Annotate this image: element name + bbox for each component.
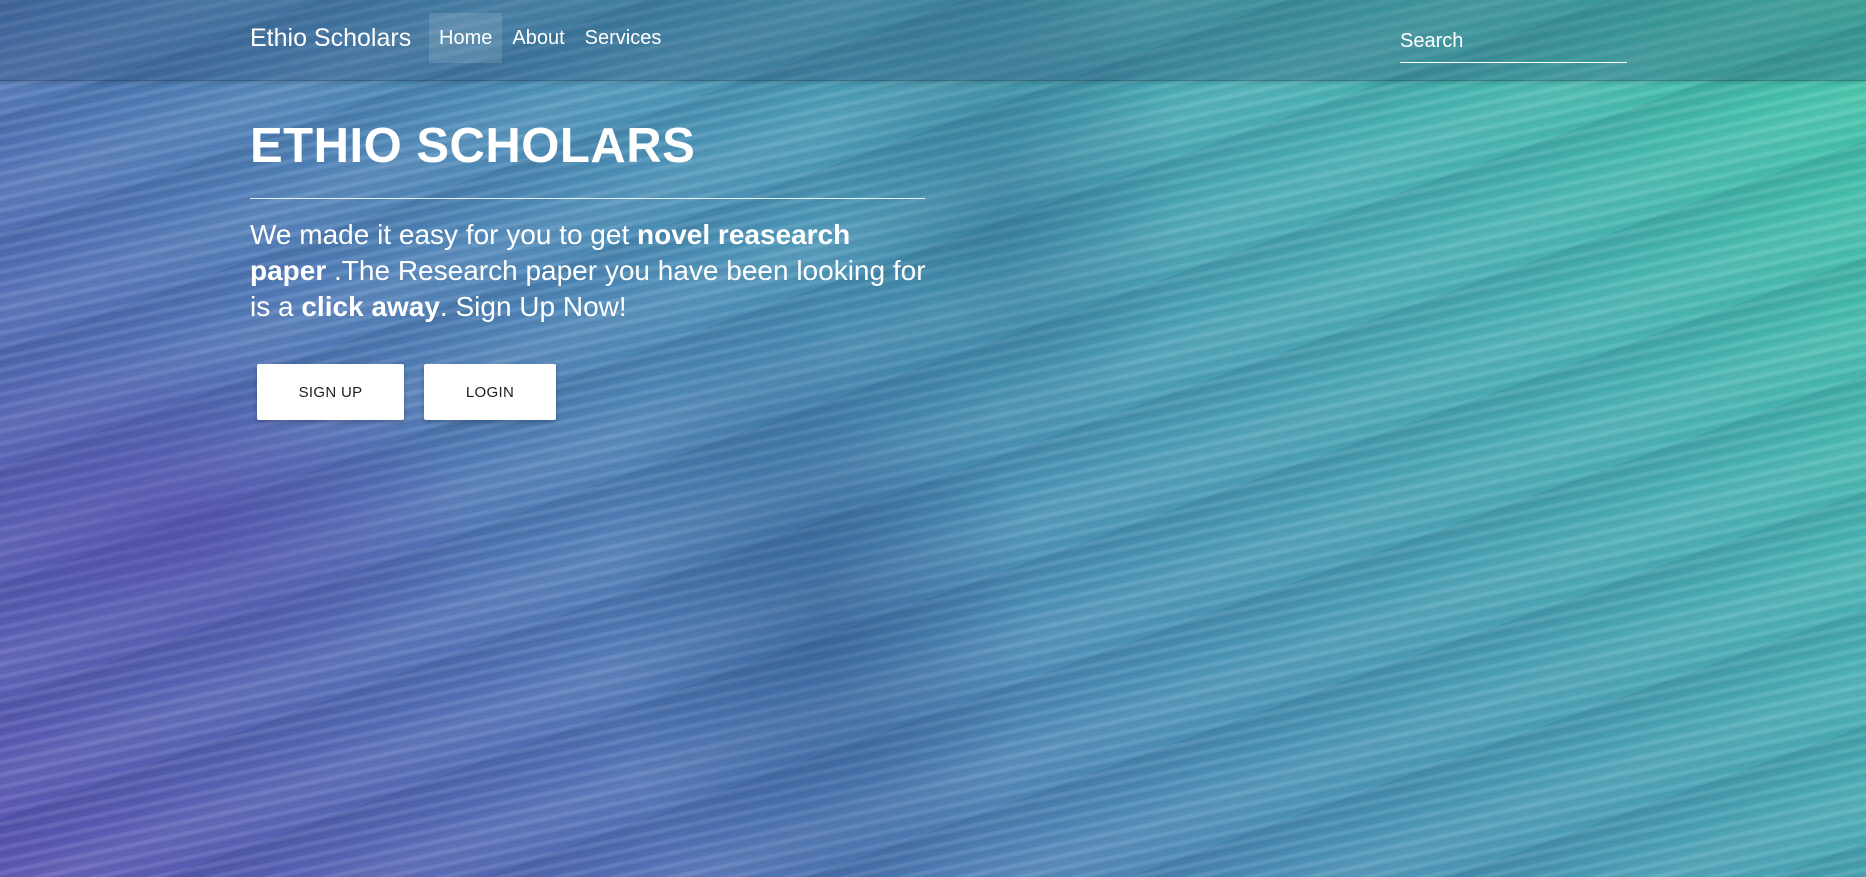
search-input[interactable] [1400,22,1627,60]
hero-buttons: SIGN UP LOGIN [257,364,556,420]
hero-text-part: We made it easy for you to get [250,219,638,250]
brand-logo-link[interactable]: Ethio Scholars [250,22,411,54]
hero-text-emphasis: click away [301,291,440,322]
nav-link-services[interactable]: Services [575,13,672,63]
hero-text-part: . Sign Up Now! [439,291,627,322]
nav-link-about[interactable]: About [502,13,574,63]
login-button[interactable]: LOGIN [424,364,556,420]
search-field [1400,22,1627,63]
hero-title: ETHIO SCHOLARS [250,119,696,173]
hero-description: We made it easy for you to get novel rea… [250,217,930,325]
hero-divider [250,198,925,199]
sign-up-button[interactable]: SIGN UP [257,364,404,420]
top-navbar: Ethio Scholars Home About Services [0,0,1866,81]
landing-page: Ethio Scholars Home About Services ETHIO… [0,0,1866,877]
nav-links: Home About Services [429,13,671,63]
nav-link-home[interactable]: Home [429,13,503,63]
hero-section: ETHIO SCHOLARS We made it easy for you t… [250,116,926,353]
